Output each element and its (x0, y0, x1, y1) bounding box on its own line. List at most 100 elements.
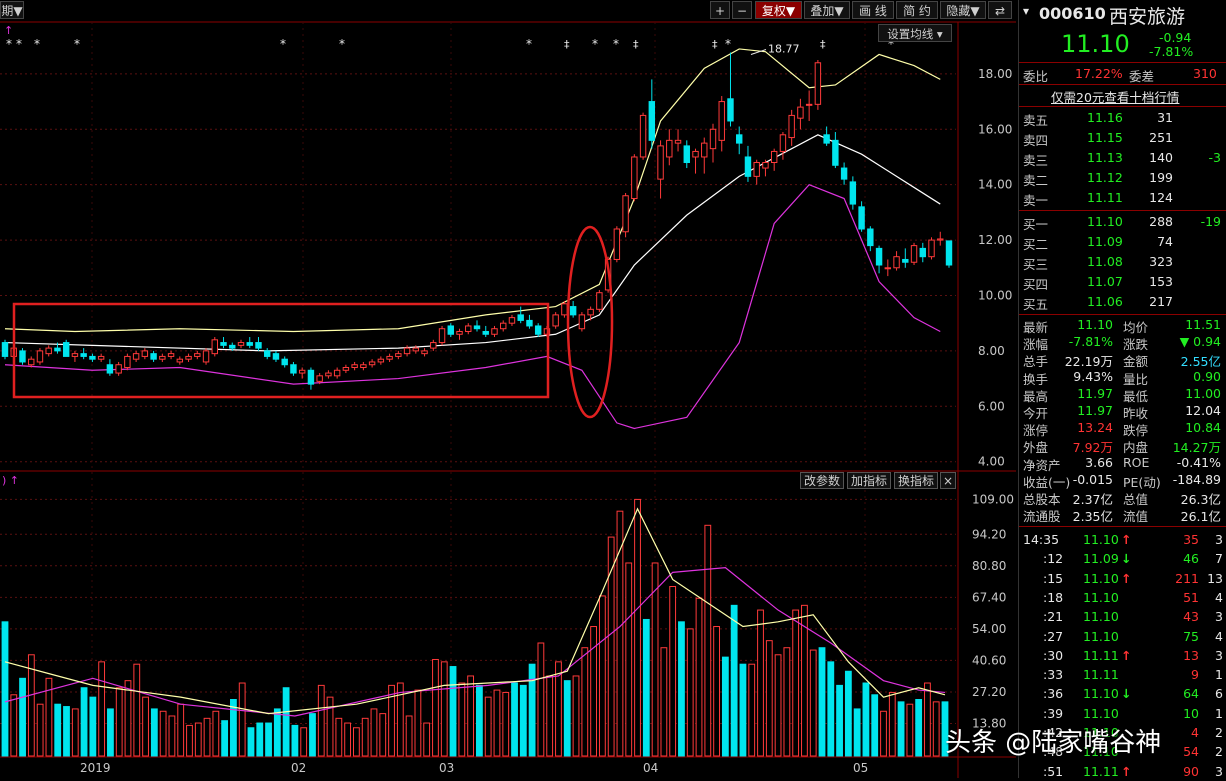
volume-bar (572, 675, 580, 757)
tick-volume: 51 (1183, 589, 1199, 605)
high-annotation: 18.77 (768, 43, 800, 56)
volume-bar (335, 717, 343, 757)
event-marker-icon: ‡ (564, 38, 570, 51)
candle-body (753, 162, 760, 177)
candle-body (62, 342, 70, 357)
candle-body (674, 139, 682, 144)
change-indicator-button[interactable]: 换指标 (894, 472, 938, 489)
event-star-icon: * (6, 37, 12, 51)
volume-bar (423, 722, 431, 757)
candle-body (325, 372, 332, 377)
volume-bar (221, 720, 229, 757)
event-star-icon: * (34, 37, 40, 51)
volume-bar (133, 663, 141, 757)
candle-body (534, 325, 542, 335)
candle-body (491, 328, 498, 335)
dropdown-icon[interactable]: ▾ (1023, 4, 1029, 18)
volume-bar (19, 677, 26, 757)
candle-body (28, 358, 35, 366)
bid-price: 11.08 (1087, 254, 1123, 269)
volume-bar (326, 696, 334, 757)
zoom-in-button[interactable]: + (710, 1, 730, 19)
overlay-button[interactable]: 叠加▼ (804, 1, 850, 19)
volume-bar (897, 701, 905, 757)
volume-bar (783, 647, 791, 757)
event-star-icon: * (74, 37, 80, 51)
up-arrow-icon: ↑ (1121, 570, 1132, 586)
ask-volume: 199 (1149, 170, 1173, 185)
tick-price: 11.11 (1083, 647, 1119, 663)
draw-line-button[interactable]: 画 线 (852, 1, 894, 19)
volume-bar (493, 689, 501, 757)
tick-price: 11.10 (1083, 686, 1119, 702)
price-tick-label: 14.00 (978, 178, 1012, 192)
close-indicator-icon[interactable]: × (940, 472, 956, 489)
simple-mode-button[interactable]: 简 约 (896, 1, 938, 19)
volume-bar (54, 703, 62, 757)
candle-body (482, 330, 489, 335)
stat-value: 12.04 (1185, 403, 1221, 418)
volume-bar (809, 649, 817, 757)
hide-button[interactable]: 隐藏▼ (940, 1, 986, 19)
bid-volume: 288 (1149, 214, 1173, 229)
add-indicator-button[interactable]: 加指标 (847, 472, 891, 489)
volume-bar (642, 618, 650, 757)
ma-setting-button[interactable]: 设置均线 ▾ (878, 24, 952, 42)
promo-link[interactable]: 仅需20元查看十档行情 (1019, 85, 1226, 105)
tick-volume: 211 (1175, 570, 1199, 586)
kline-chart[interactable]: 18.00 16.00 14.00 12.00 10.00 8.00 6.00 4.00 109… (0, 0, 1016, 778)
candle-body (264, 350, 271, 357)
divider (1019, 106, 1226, 107)
volume-bar (695, 597, 703, 757)
candle-body (386, 355, 393, 360)
volume-bar (616, 510, 624, 757)
ask-volume: 31 (1157, 110, 1173, 125)
swap-icon[interactable]: ⇄ (988, 1, 1012, 19)
candle-body (797, 106, 804, 119)
tick-price: 11.11 (1083, 763, 1119, 779)
volume-bar (124, 680, 132, 757)
candle-body (45, 347, 52, 355)
price-tick-label: 8.00 (978, 344, 1005, 358)
candle-body (893, 256, 900, 269)
volume-bar (836, 684, 843, 757)
rights-adjust-button[interactable]: 复权▼ (755, 1, 802, 19)
ask-diff: -3 (1208, 150, 1221, 165)
tick-time: :15 (1043, 570, 1064, 586)
candle-body (657, 145, 664, 180)
chart-area[interactable]: 18.00 16.00 14.00 12.00 10.00 8.00 6.00 4.00 109… (0, 0, 1016, 778)
stat-row: 最新 11.10 均价 11.51 (1019, 316, 1226, 335)
tick-count: 1 (1215, 667, 1223, 683)
volume-bar (511, 682, 518, 757)
volume-bar (115, 687, 123, 757)
candle-body (727, 98, 734, 122)
bid-volume: 323 (1149, 254, 1173, 269)
candle-body (1, 342, 9, 357)
volume-bar (265, 722, 272, 757)
ma-mid-line (4, 134, 941, 352)
up-arrow-icon: ↑ (1121, 763, 1132, 779)
stat-row: 涨幅 -7.81% 涨跌 ▼ 0.94 (1019, 333, 1226, 352)
edit-params-button[interactable]: 改参数 (800, 472, 844, 489)
volume-bar (168, 715, 176, 757)
breakout-ellipse (566, 225, 614, 419)
volume-bar (748, 663, 756, 757)
volume-bar (537, 642, 545, 757)
event-star-icon: * (526, 37, 532, 51)
volume-bar (678, 621, 685, 757)
ask-label: 卖四 (1023, 133, 1049, 148)
volume-bar (932, 701, 940, 757)
bid-diff: -19 (1200, 214, 1221, 229)
candle-body (473, 325, 481, 330)
zoom-out-button[interactable]: − (732, 1, 752, 19)
candle-body (290, 364, 297, 374)
quote-header: ▾ 000610 西安旅游 (1019, 2, 1226, 28)
candle-body (342, 367, 350, 371)
volume-bar (142, 696, 149, 757)
period-button[interactable]: 期▼ (0, 1, 24, 19)
stat-value: 11.51 (1185, 317, 1221, 332)
candle-body (902, 258, 909, 263)
ask-row: 卖二 11.12 199 (1019, 168, 1226, 188)
candle-body (832, 139, 839, 166)
stat-row: 今开 11.97 昨收 12.04 (1019, 402, 1226, 421)
